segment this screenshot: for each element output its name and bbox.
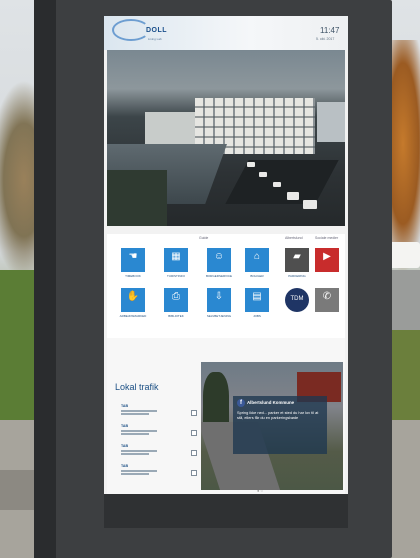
logo-subtitle: Living Lab [148,37,162,41]
clock-date: 5. okt. 2017 [316,37,335,41]
city-icon: ▦ [171,251,181,262]
tile-bibliotek[interactable]: ⎙ [164,288,188,312]
parking-lot [225,160,339,204]
kiosk-screen: DOLL Living Lab 11:47 5. okt. 2017 Guide… [104,16,348,528]
traffic-item-title: TAB [121,464,129,468]
car [247,162,255,167]
tile-parkering[interactable]: ▰ [285,248,309,272]
text-line [121,449,157,452]
hand-icon: ☚ [128,251,138,262]
screen-header: DOLL Living Lab 11:47 5. okt. 2017 [104,16,348,50]
tile-caption: SELVBETJENING [206,314,232,318]
kiosk-side-edge [34,0,56,558]
facebook-icon: f [237,399,245,407]
text-line [121,469,157,472]
tdm-logo-icon: TDM [290,296,304,302]
section-label-albertslund: Albertslund [285,236,303,240]
tile-selvbetjening[interactable]: ⇩ [207,288,231,312]
text-line [121,473,149,475]
tile-caption: JOBS [253,314,261,318]
tile-jobs[interactable]: ▤ [245,288,269,312]
feed-page-name: Albertslund Kommune [247,400,295,405]
text-line [121,433,149,435]
text-line [121,409,157,412]
tile-tdm[interactable]: TDM [285,288,309,312]
tile-timebook[interactable]: ☚ [121,248,145,272]
hero-image [107,50,345,226]
car [273,182,281,187]
feed-post-text: Spring ikke ned... parker et sted du har… [237,410,319,420]
traffic-item[interactable]: TAB [121,444,201,455]
section-label-guide: Guide [199,236,209,240]
text-line [121,429,157,432]
head-icon: ☺ [213,251,225,262]
youtube-icon: ▶ [323,251,331,262]
lokal-trafik-title: Lokal trafik [115,382,159,392]
traffic-checkbox[interactable] [191,430,197,436]
tile-caption: BIBLIOTEK [168,314,184,318]
doll-logo-icon [112,19,150,41]
tiles-panel: Guide Albertslund Sociale medier ☚ ▦ ☺ ⌂… [107,234,345,338]
traffic-item-title: TAB [121,404,129,408]
photo-scene: DOLL Living Lab 11:47 5. okt. 2017 Guide… [0,0,420,558]
car [259,172,267,177]
traffic-item[interactable]: TAB [121,424,201,435]
tile-youtube[interactable]: ▶ [315,248,339,272]
bottom-panel: Lokal trafik TAB TAB TAB TAB f Albertslu… [107,338,345,510]
traffic-item[interactable]: TAB [121,464,201,475]
tile-phone[interactable]: ✆ [315,288,339,312]
tile-caption: PARKERING [288,274,306,278]
car [287,192,299,200]
tile-turistinfo[interactable]: ▦ [164,248,188,272]
tile-borgerservice[interactable]: ☺ [207,248,231,272]
facebook-feed[interactable]: f Albertslund Kommune Spring ikke ned...… [201,362,343,490]
traffic-item[interactable]: TAB [121,404,201,415]
phone-icon: ✆ [322,291,332,302]
kiosk-bottom-bezel [104,494,348,528]
tile-caption: BORGERSERVICE [205,274,233,278]
section-label-social: Sociale medier [315,236,339,240]
traffic-item-title: TAB [121,424,129,428]
document-icon: ▤ [252,291,262,302]
tile-caption: TIMEBOOK [125,274,141,278]
text-line [121,453,149,455]
clock-time: 11:47 [320,26,340,35]
tile-caption: TURISTINFO [167,274,185,278]
logo-text: DOLL [146,27,168,34]
traffic-checkbox[interactable] [191,470,197,476]
text-line [121,413,149,415]
carousel-dots[interactable]: ● ○ [257,488,263,493]
printer-icon: ⎙ [172,291,180,302]
car-icon: ▰ [293,251,301,262]
handshake-icon: ✋ [126,291,140,302]
tile-arbejdsmarked[interactable]: ✋ [121,288,145,312]
download-icon: ⇩ [214,291,224,302]
car [303,200,317,209]
tile-caption: ARBEJDSMARKED [119,314,147,318]
house-icon: ⌂ [253,251,261,262]
building-right [317,102,345,142]
building-left [145,112,197,148]
tile-boliger[interactable]: ⌂ [245,248,269,272]
traffic-checkbox[interactable] [191,410,197,416]
lawn [107,170,167,226]
traffic-checkbox[interactable] [191,450,197,456]
traffic-item-title: TAB [121,444,129,448]
tile-caption: BOLIGER [250,274,264,278]
